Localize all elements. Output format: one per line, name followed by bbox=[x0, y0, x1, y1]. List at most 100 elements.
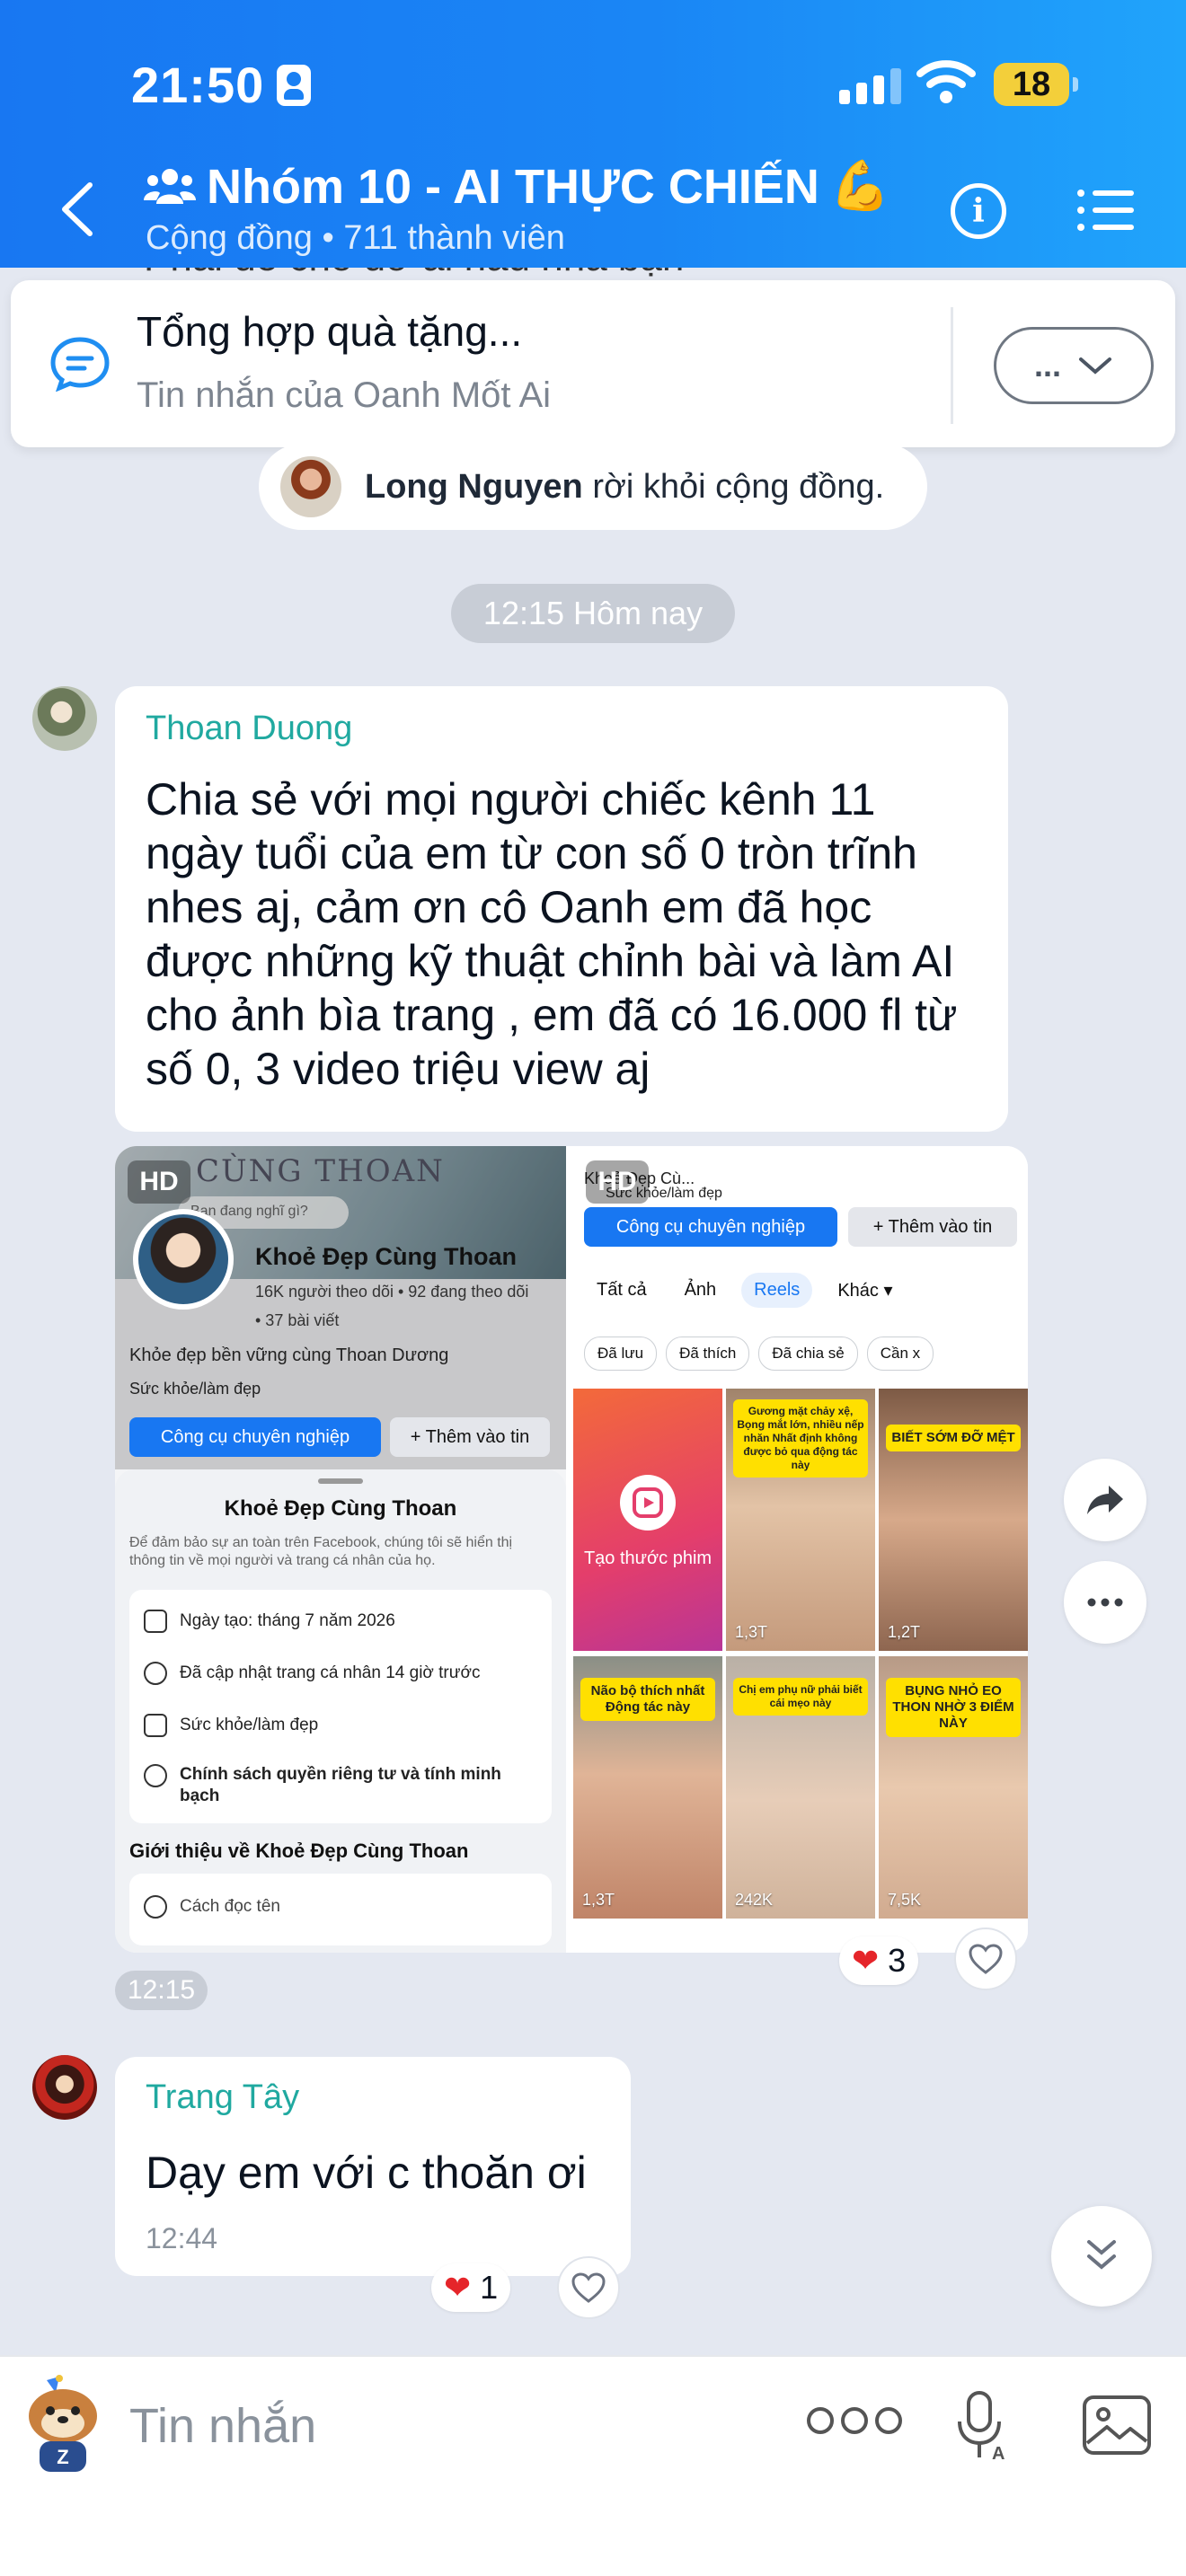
group-title-text: Nhóm 10 - AI THỰC CHIẾN bbox=[207, 159, 819, 214]
hd-badge: HD bbox=[586, 1160, 649, 1204]
message-bubble[interactable]: Trang Tây Dạy em với c thoăn ơi 12:44 bbox=[115, 2057, 631, 2276]
status-time: 21:50 bbox=[131, 56, 312, 114]
avatar-thoan-duong[interactable] bbox=[32, 686, 97, 751]
svg-text:Z: Z bbox=[57, 2446, 68, 2468]
reel-tile: Gương mặt chảy xệ, Bọng mắt lớn, nhiều n… bbox=[726, 1389, 875, 1651]
reel-tile: Não bộ thích nhất Động tác này 1,3T bbox=[573, 1656, 722, 1919]
reels-grid: Tạo thước phim Gương mặt chảy xệ, Bọng m… bbox=[573, 1389, 1028, 1953]
pinned-subtitle: Tin nhắn của Oanh Mốt Ai bbox=[137, 375, 552, 415]
pro-tools-button: Công cụ chuyên nghiệp bbox=[129, 1417, 381, 1457]
pinned-expand-button[interactable]: ... bbox=[994, 327, 1154, 404]
cellular-signal-icon bbox=[839, 65, 901, 104]
pinned-message-bar[interactable]: Tổng hợp quà tặng... Tin nhắn của Oanh M… bbox=[11, 280, 1175, 447]
info-icon: i bbox=[972, 192, 985, 230]
message-time: 12:15 bbox=[115, 1971, 208, 2010]
dot-icon bbox=[875, 2407, 902, 2434]
react-button[interactable] bbox=[557, 2256, 620, 2319]
scroll-to-bottom-button[interactable] bbox=[1051, 2206, 1152, 2307]
forward-button[interactable] bbox=[1064, 1459, 1146, 1541]
list-menu-button[interactable] bbox=[1076, 189, 1134, 232]
reel-tile: BỤNG NHỎ EO THON NHỜ 3 ĐIỂM NÀY 7,5K bbox=[879, 1656, 1028, 1919]
chat-bubble-icon bbox=[50, 337, 110, 392]
heart-icon: ❤ bbox=[444, 2269, 472, 2306]
tab-photos: Ảnh bbox=[684, 1280, 717, 1300]
notice-text: Long Nguyen rời khỏi cộng đồng. bbox=[365, 468, 884, 507]
info-button[interactable]: i bbox=[951, 183, 1006, 239]
message-bubble[interactable]: Thoan Duong Chia sẻ với mọi người chiếc … bbox=[115, 686, 1008, 1132]
back-button[interactable] bbox=[56, 180, 99, 239]
svg-text:A: A bbox=[992, 2444, 1005, 2463]
hd-badge: HD bbox=[128, 1160, 190, 1204]
page-avatar bbox=[133, 1209, 234, 1310]
double-chevron-down-icon bbox=[1087, 2240, 1116, 2270]
chip-more: Cần x bbox=[866, 1337, 934, 1371]
image-album[interactable]: CÙNG THOAN Bạn đang nghĩ gì? Khoẻ Đẹp Cù… bbox=[115, 1146, 1028, 1953]
reel-plus-icon bbox=[620, 1475, 676, 1531]
notice-user-name[interactable]: Long Nguyen bbox=[365, 468, 583, 506]
reaction-summary[interactable]: ❤ 3 bbox=[839, 1936, 919, 1985]
dot-icon bbox=[807, 2407, 834, 2434]
status-time-text: 21:50 bbox=[131, 57, 265, 113]
more-options-button[interactable] bbox=[807, 2407, 902, 2434]
reel-caption: BIẾT SỚM ĐỠ MỆT bbox=[886, 1425, 1021, 1451]
reel-caption: BỤNG NHỎ EO THON NHỜ 3 ĐIỂM NÀY bbox=[886, 1678, 1021, 1737]
message-text: Dạy em với c thoăn ơi bbox=[146, 2148, 587, 2198]
more-dots: ... bbox=[1033, 347, 1061, 384]
sheet-title: Khoẻ Đẹp Cùng Thoan bbox=[224, 1496, 457, 1521]
chip-liked: Đã thích bbox=[666, 1337, 750, 1371]
heart-outline-icon bbox=[969, 1944, 1003, 1974]
intro-card: Cách đọc tên bbox=[129, 1874, 552, 1945]
heart-icon: ❤ bbox=[852, 1942, 880, 1979]
voice-input-button[interactable]: A bbox=[952, 2389, 1006, 2463]
chat-header: 21:50 18 Nhóm 10 - AI THỰC CHIẾN 💪 Cộng … bbox=[0, 0, 1186, 268]
reel-caption: Não bộ thích nhất Động tác này bbox=[580, 1678, 715, 1721]
add-to-story-button: + Thêm vào tin bbox=[390, 1417, 550, 1457]
chip-shared: Đã chia sẻ bbox=[758, 1337, 858, 1371]
reaction-count: 1 bbox=[480, 2269, 499, 2306]
message-input[interactable]: Tin nhắn bbox=[129, 2398, 316, 2454]
reel-caption: Chị em phụ nữ phải biết cái mẹo này bbox=[733, 1678, 868, 1716]
add-to-story-button: + Thêm vào tin bbox=[848, 1207, 1017, 1247]
audio-icon bbox=[144, 1895, 167, 1919]
page-category: Sức khỏe/làm đẹp bbox=[129, 1380, 261, 1398]
avatar-trang-tay[interactable] bbox=[32, 2055, 97, 2120]
reel-views: 1,3T bbox=[582, 1891, 615, 1909]
notice-action: rời khỏi cộng đồng. bbox=[592, 467, 885, 506]
tab-all: Tất cả bbox=[597, 1280, 647, 1300]
sender-name[interactable]: Thoan Duong bbox=[146, 710, 352, 748]
dot-icon bbox=[841, 2407, 868, 2434]
message-input-bar: Z Tin nhắn A bbox=[0, 2355, 1186, 2576]
reel-views: 242K bbox=[735, 1891, 774, 1909]
tab-reels: Reels bbox=[741, 1273, 813, 1308]
focus-mode-icon bbox=[277, 64, 312, 106]
group-title[interactable]: Nhóm 10 - AI THỰC CHIẾN 💪 bbox=[144, 158, 890, 215]
shared-image-reels[interactable]: Khoẻ Đẹp Cù... Sức khỏe/làm đẹp Công cụ … bbox=[573, 1146, 1028, 1953]
more-actions-button[interactable] bbox=[1064, 1561, 1146, 1644]
pinned-title: Tổng hợp quà tặng... bbox=[137, 308, 523, 355]
avatar[interactable] bbox=[280, 456, 341, 517]
sender-name[interactable]: Trang Tây bbox=[146, 2078, 299, 2117]
info-icon bbox=[144, 1764, 167, 1787]
reel-caption: Gương mặt chảy xệ, Bọng mắt lớn, nhiều n… bbox=[733, 1399, 868, 1478]
profile-icon bbox=[144, 1662, 167, 1685]
chevron-down-icon bbox=[1079, 357, 1111, 375]
sheet-row-label: Đã cập nhật trang cá nhân 14 giờ trước bbox=[180, 1663, 481, 1682]
tab-more: Khác ▾ bbox=[837, 1281, 893, 1301]
shared-image-page-info[interactable]: CÙNG THOAN Bạn đang nghĩ gì? Khoẻ Đẹp Cù… bbox=[115, 1146, 566, 1953]
sheet-row-created: Ngày tạo: tháng 7 năm 2026 bbox=[144, 1610, 395, 1633]
reel-views: 7,5K bbox=[888, 1891, 922, 1909]
sheet-info-card: Ngày tạo: tháng 7 năm 2026 Đã cập nhật t… bbox=[129, 1590, 552, 1823]
reel-views: 1,3T bbox=[735, 1623, 768, 1641]
group-subtitle: Cộng đồng • 711 thành viên bbox=[146, 219, 565, 257]
page-transparency-sheet: Khoẻ Đẹp Cùng Thoan Để đảm bảo sự an toà… bbox=[115, 1469, 566, 1953]
sticker-mascot-icon[interactable]: Z bbox=[20, 2375, 106, 2475]
create-reel-tile: Tạo thước phim bbox=[573, 1389, 722, 1651]
reel-views: 1,2T bbox=[888, 1623, 921, 1641]
react-button[interactable] bbox=[954, 1928, 1017, 1990]
reaction-summary[interactable]: ❤ 1 bbox=[431, 2263, 511, 2312]
system-notice: Long Nguyen rời khỏi cộng đồng. bbox=[259, 444, 927, 530]
reel-tile: Chị em phụ nữ phải biết cái mẹo này 242K bbox=[726, 1656, 875, 1919]
community-icon bbox=[144, 168, 196, 204]
image-picker-button[interactable] bbox=[1082, 2395, 1152, 2456]
heart-outline-icon bbox=[571, 2272, 606, 2303]
